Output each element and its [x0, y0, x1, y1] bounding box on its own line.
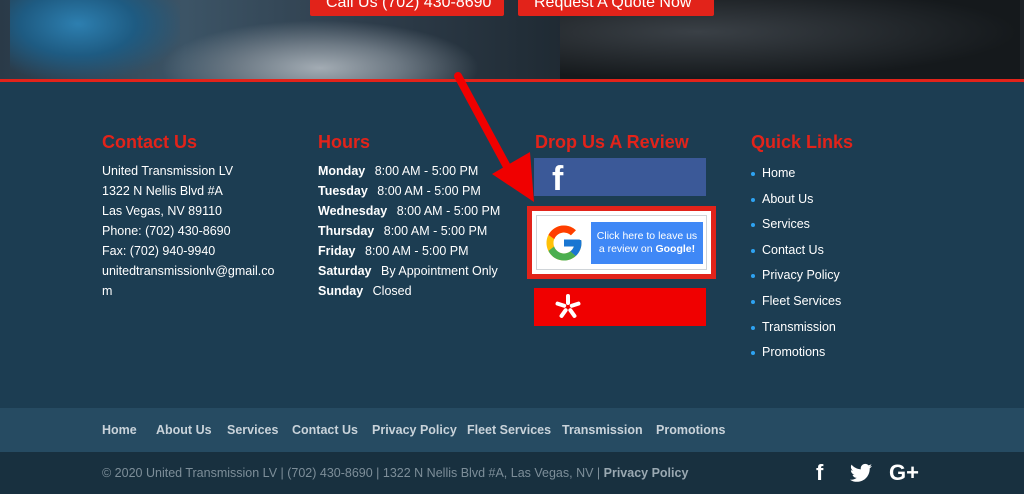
- hours-time: 8:00 AM - 5:00 PM: [365, 244, 469, 258]
- quick-link-home[interactable]: Home: [751, 161, 853, 187]
- footer-nav-about-us[interactable]: About Us: [156, 423, 212, 437]
- review-title: Drop Us A Review: [535, 132, 689, 152]
- quick-link-about-us[interactable]: About Us: [751, 187, 853, 213]
- hours-time: Closed: [372, 284, 412, 298]
- contact-fax: Fax: (702) 940-9940: [102, 244, 216, 258]
- quick-link-fleet-services[interactable]: Fleet Services: [751, 289, 853, 315]
- footer-nav: Home About Us Services Contact Us Privac…: [0, 408, 1024, 452]
- quick-links-title: Quick Links: [751, 132, 854, 152]
- hero-image-part: [10, 0, 180, 80]
- hours-day: Sunday: [318, 284, 364, 298]
- footer-nav-fleet-services[interactable]: Fleet Services: [467, 423, 551, 437]
- footer-nav-transmission[interactable]: Transmission: [562, 423, 643, 437]
- contact-line: United Transmission LV: [102, 164, 234, 178]
- hours-time: 8:00 AM - 5:00 PM: [383, 224, 488, 238]
- footer-nav-privacy-policy[interactable]: Privacy Policy: [372, 423, 457, 437]
- hours-day: Monday: [318, 164, 366, 178]
- yelp-icon: [555, 294, 581, 318]
- google-review-button[interactable]: Click here to leave us a review on Googl…: [536, 215, 707, 270]
- hours-day: Tuesday: [318, 184, 368, 198]
- contact-email[interactable]: unitedtransmissionlv@gmail.co: [102, 261, 274, 281]
- hours-row: Saturday By Appointment Only: [318, 261, 500, 281]
- hero-image-part: [160, 20, 480, 80]
- review-column: Drop Us A Review: [535, 132, 689, 161]
- hours-day: Friday: [318, 244, 356, 258]
- contact-line: Las Vegas, NV 89110: [102, 204, 222, 218]
- facebook-review-button[interactable]: f: [534, 158, 706, 198]
- google-review-label: Click here to leave us a review on Googl…: [591, 222, 703, 264]
- footer-nav-services[interactable]: Services: [227, 423, 278, 437]
- google-plus-icon[interactable]: G+: [889, 460, 919, 486]
- facebook-icon[interactable]: f: [816, 460, 823, 486]
- copyright-text: © 2020 United Transmission LV | (702) 43…: [102, 466, 689, 480]
- quick-link-services[interactable]: Services: [751, 212, 853, 238]
- quick-link-privacy-policy[interactable]: Privacy Policy: [751, 263, 853, 289]
- footer-nav-contact-us[interactable]: Contact Us: [292, 423, 358, 437]
- hours-day: Wednesday: [318, 204, 388, 218]
- yelp-review-button[interactable]: [534, 288, 706, 326]
- hours-row: Sunday Closed: [318, 281, 500, 301]
- call-us-button[interactable]: Call Us (702) 430-8690: [310, 0, 504, 16]
- quick-links-column: Quick Links Home About Us Services Conta…: [751, 132, 853, 366]
- footer-nav-home[interactable]: Home: [102, 423, 137, 437]
- contact-title: Contact Us: [102, 132, 198, 152]
- contact-column: Contact Us United Transmission LV 1322 N…: [102, 132, 274, 301]
- quick-link-contact-us[interactable]: Contact Us: [751, 238, 853, 264]
- hours-day: Thursday: [318, 224, 375, 238]
- twitter-icon[interactable]: [850, 463, 872, 483]
- quick-link-promotions[interactable]: Promotions: [751, 340, 853, 366]
- quick-link-transmission[interactable]: Transmission: [751, 315, 853, 341]
- google-review-highlight: Click here to leave us a review on Googl…: [527, 206, 716, 279]
- footer-nav-promotions[interactable]: Promotions: [656, 423, 725, 437]
- contact-line: 1322 N Nellis Blvd #A: [102, 184, 223, 198]
- facebook-icon: f: [552, 160, 564, 198]
- hours-day: Saturday: [318, 264, 372, 278]
- privacy-policy-link[interactable]: Privacy Policy: [604, 466, 689, 480]
- google-g-icon: [546, 225, 582, 261]
- annotation-arrow: [454, 72, 534, 202]
- contact-email-wrap[interactable]: m: [102, 281, 274, 301]
- hours-row: Thursday 8:00 AM - 5:00 PM: [318, 221, 500, 241]
- request-quote-button[interactable]: Request A Quote Now: [518, 0, 714, 16]
- footer-bottom-bar: © 2020 United Transmission LV | (702) 43…: [0, 452, 1024, 494]
- hours-time: By Appointment Only: [380, 264, 498, 278]
- hours-row: Friday 8:00 AM - 5:00 PM: [318, 241, 500, 261]
- contact-phone: Phone: (702) 430-8690: [102, 224, 231, 238]
